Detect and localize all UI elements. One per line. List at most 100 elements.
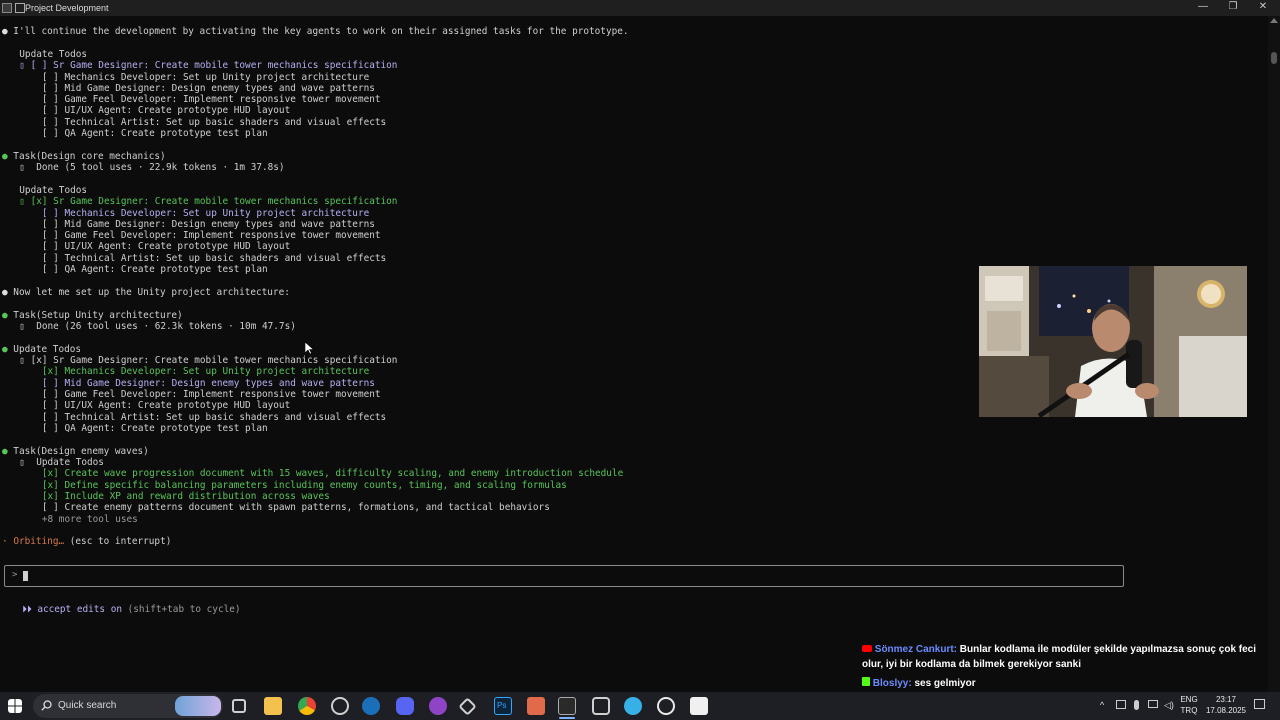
terminal-line: ● Task(Design enemy waves) bbox=[2, 446, 149, 457]
terminal-line: [ ] Mechanics Developer: Set up Unity pr… bbox=[2, 208, 369, 219]
taskbar: Quick search Ps ^ ◁) ENG TRQ 23:17 17.08… bbox=[0, 692, 1280, 720]
obs-icon[interactable] bbox=[331, 697, 349, 715]
line-text: Update Todos bbox=[7, 344, 82, 355]
line-text: [x] Create wave progression document wit… bbox=[8, 468, 624, 479]
line-text: ▯ Done (26 tool uses · 62.3k tokens · 10… bbox=[8, 321, 296, 332]
text-cursor bbox=[23, 571, 28, 581]
minimize-button[interactable]: — bbox=[1188, 1, 1218, 15]
line-text: [ ] Game Feel Developer: Implement respo… bbox=[8, 389, 381, 400]
unity-icon[interactable] bbox=[458, 697, 477, 716]
terminal-line: [ ] QA Agent: Create prototype test plan bbox=[2, 423, 268, 434]
line-text: [ ] Mid Game Designer: Design enemy type… bbox=[8, 378, 375, 389]
kick-icon bbox=[862, 677, 870, 686]
github-desktop-icon[interactable] bbox=[429, 697, 447, 715]
chrome-icon[interactable] bbox=[298, 697, 316, 715]
search-placeholder: Quick search bbox=[58, 700, 117, 711]
line-text: Task(Design enemy waves) bbox=[7, 446, 149, 457]
task-view-icon[interactable] bbox=[232, 699, 246, 713]
maximize-button[interactable]: ❐ bbox=[1218, 1, 1248, 15]
terminal-line: [ ] Create enemy patterns document with … bbox=[2, 502, 550, 513]
terminal-line: ▯ [x] Sr Game Designer: Create mobile to… bbox=[2, 196, 397, 207]
network-icon[interactable] bbox=[1148, 700, 1158, 708]
chat-text: ses gelmiyor bbox=[914, 678, 976, 689]
line-text: Orbiting… (esc to interrupt) bbox=[13, 536, 172, 547]
line-text: [x] Define specific balancing parameters… bbox=[8, 480, 567, 491]
terminal-line: [ ] UI/UX Agent: Create prototype HUD la… bbox=[2, 400, 290, 411]
terminal-line: [ ] Mid Game Designer: Design enemy type… bbox=[2, 219, 375, 230]
notification-icon[interactable] bbox=[1254, 699, 1265, 709]
line-text: [ ] Create enemy patterns document with … bbox=[8, 502, 550, 513]
steam-icon[interactable] bbox=[362, 697, 380, 715]
chat-message: Bloslyy: ses gelmiyor bbox=[862, 676, 1262, 691]
line-text: [ ] UI/UX Agent: Create prototype HUD la… bbox=[8, 400, 291, 411]
chat-message: Sönmez Cankurt: Bunlar kodlama ile modül… bbox=[862, 642, 1262, 672]
mode-status-line: ⏵⏵ accept edits on (shift+tab to cycle) bbox=[11, 593, 240, 615]
line-text: [ ] QA Agent: Create prototype test plan bbox=[8, 128, 268, 139]
line-text: [ ] QA Agent: Create prototype test plan bbox=[8, 423, 268, 434]
clock-app-icon[interactable] bbox=[657, 697, 675, 715]
line-text: [ ] Technical Artist: Set up basic shade… bbox=[8, 117, 387, 128]
line-text: [ ] Game Feel Developer: Implement respo… bbox=[8, 230, 381, 241]
terminal-line: +8 more tool uses bbox=[2, 514, 138, 525]
terminal-line: ● Update Todos bbox=[2, 344, 81, 355]
terminal-line: ● Task(Design core mechanics) bbox=[2, 151, 166, 162]
terminal-line: ● I'll continue the development by activ… bbox=[2, 26, 629, 37]
microphone-icon[interactable] bbox=[1134, 700, 1139, 710]
tray-app-icon[interactable] bbox=[1116, 700, 1126, 709]
terminal-line: [ ] Game Feel Developer: Implement respo… bbox=[2, 389, 381, 400]
terminal-line: [ ] QA Agent: Create prototype test plan bbox=[2, 264, 268, 275]
search-box[interactable]: Quick search bbox=[33, 694, 223, 718]
line-text: [ ] Mechanics Developer: Set up Unity pr… bbox=[8, 72, 370, 83]
terminal-line: · Orbiting… (esc to interrupt) bbox=[2, 536, 171, 547]
terminal-line: [ ] Technical Artist: Set up basic shade… bbox=[2, 412, 386, 423]
line-text: Task(Design core mechanics) bbox=[7, 151, 166, 162]
language-indicator[interactable]: ENG TRQ bbox=[1176, 694, 1202, 716]
line-text: I'll continue the development by activat… bbox=[7, 26, 629, 37]
close-button[interactable]: ✕ bbox=[1248, 1, 1278, 15]
terminal-line: [ ] QA Agent: Create prototype test plan bbox=[2, 128, 268, 139]
window-titlebar: Project Development — ❐ ✕ bbox=[0, 0, 1280, 16]
capcut-icon[interactable] bbox=[690, 697, 708, 715]
app-icon[interactable] bbox=[624, 697, 642, 715]
line-text: ▯ [x] Sr Game Designer: Create mobile to… bbox=[8, 355, 398, 366]
terminal-taskbar-icon[interactable] bbox=[558, 697, 576, 715]
language-top: ENG bbox=[1180, 695, 1198, 704]
terminal-line: [ ] Game Feel Developer: Implement respo… bbox=[2, 94, 381, 105]
search-highlight-image bbox=[175, 696, 221, 716]
photoshop-icon[interactable]: Ps bbox=[494, 697, 512, 715]
scroll-up-icon[interactable] bbox=[1270, 18, 1278, 23]
line-text: ▯ Update Todos bbox=[8, 457, 104, 468]
scroll-thumb[interactable] bbox=[1271, 52, 1277, 64]
window-title: Project Development bbox=[25, 3, 109, 13]
language-bottom: TRQ bbox=[1180, 706, 1198, 715]
terminal-line: Update Todos bbox=[2, 185, 87, 196]
line-text: ▯ [ ] Sr Game Designer: Create mobile to… bbox=[8, 60, 398, 71]
settings-icon[interactable] bbox=[592, 697, 610, 715]
prompt-char: > bbox=[12, 570, 18, 580]
terminal-line: ▯ [x] Sr Game Designer: Create mobile to… bbox=[2, 355, 397, 366]
line-text: [ ] Technical Artist: Set up basic shade… bbox=[8, 412, 387, 423]
accept-edits-status: accept edits on bbox=[31, 604, 122, 615]
terminal-line: [x] Create wave progression document wit… bbox=[2, 468, 623, 479]
line-text: [ ] Mid Game Designer: Design enemy type… bbox=[8, 83, 375, 94]
line-text: Update Todos bbox=[8, 185, 88, 196]
line-text: [ ] Game Feel Developer: Implement respo… bbox=[8, 94, 381, 105]
volume-icon[interactable]: ◁) bbox=[1164, 700, 1174, 711]
line-text: ▯ Done (5 tool uses · 22.9k tokens · 1m … bbox=[8, 162, 285, 173]
prompt-input[interactable]: > bbox=[4, 565, 1124, 587]
terminal-line: [ ] Technical Artist: Set up basic shade… bbox=[2, 117, 386, 128]
discord-icon[interactable] bbox=[396, 697, 414, 715]
windows-start-icon[interactable] bbox=[8, 699, 22, 713]
terminal-line: ▯ Done (26 tool uses · 62.3k tokens · 10… bbox=[2, 321, 296, 332]
terminal-scrollbar[interactable] bbox=[1268, 16, 1280, 692]
tray-overflow-icon[interactable]: ^ bbox=[1100, 700, 1104, 710]
file-explorer-icon[interactable] bbox=[264, 697, 282, 715]
line-text: Task(Setup Unity architecture) bbox=[7, 310, 183, 321]
terminal-line: [ ] UI/UX Agent: Create prototype HUD la… bbox=[2, 105, 290, 116]
system-clock[interactable]: 23:17 17.08.2025 bbox=[1204, 694, 1248, 716]
accept-edits-hint: (shift+tab to cycle) bbox=[122, 604, 241, 615]
claude-icon[interactable] bbox=[527, 697, 545, 715]
webcam-image bbox=[979, 266, 1247, 417]
terminal-line: [ ] Mid Game Designer: Design enemy type… bbox=[2, 83, 375, 94]
terminal-line: [ ] Mid Game Designer: Design enemy type… bbox=[2, 378, 375, 389]
